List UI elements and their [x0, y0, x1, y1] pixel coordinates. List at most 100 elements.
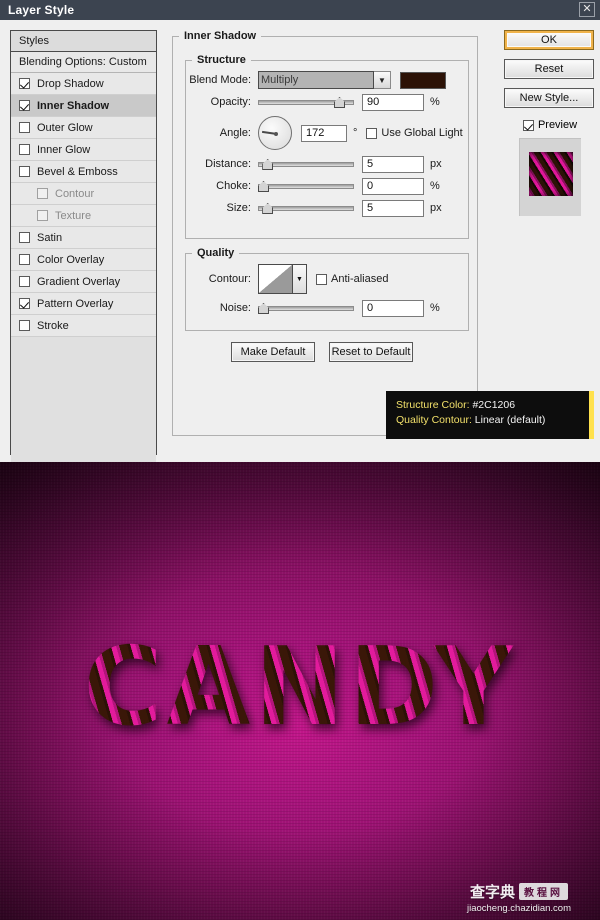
inner-shadow-group: Inner Shadow Structure Blend Mode: Multi…	[172, 30, 478, 436]
use-global-light-checkbox[interactable]: Use Global Light	[366, 127, 463, 139]
size-slider[interactable]	[258, 201, 354, 215]
sidebar-item-label: Bevel & Emboss	[37, 165, 118, 178]
preview-box	[519, 138, 581, 216]
make-default-button[interactable]: Make Default	[231, 342, 315, 362]
styles-list-panel: Styles Blending Options: Custom Drop Sha…	[10, 30, 157, 467]
sidebar-item-drop-shadow[interactable]: Drop Shadow	[11, 73, 156, 95]
checkbox-icon[interactable]	[522, 119, 534, 131]
checkbox-icon[interactable]	[19, 78, 30, 89]
size-row: Size: 5 px	[186, 198, 468, 218]
shadow-color-swatch[interactable]	[400, 71, 446, 89]
artwork-canvas: CANDY 查字典 教程网 jiaocheng.chazidian.com	[0, 462, 600, 920]
noise-slider[interactable]	[258, 301, 354, 315]
sidebar-item-inner-glow[interactable]: Inner Glow	[11, 139, 156, 161]
annotation-tooltip: Structure Color: #2C1206 Quality Contour…	[386, 391, 594, 439]
opacity-unit: %	[430, 96, 440, 108]
chevron-down-icon[interactable]: ▼	[374, 71, 391, 89]
angle-dial-hub	[274, 132, 278, 136]
checkbox-icon[interactable]	[19, 320, 30, 331]
sidebar-item-outer-glow[interactable]: Outer Glow	[11, 117, 156, 139]
chevron-down-icon[interactable]: ▼	[293, 264, 307, 294]
angle-input[interactable]: 172	[301, 124, 347, 142]
sidebar-item-texture[interactable]: Texture	[11, 205, 156, 227]
checkbox-icon[interactable]	[19, 276, 30, 287]
watermark-brand: 查字典	[469, 882, 515, 901]
preview-label: Preview	[537, 119, 578, 131]
sidebar-item-label: Color Overlay	[37, 253, 105, 266]
sidebar-item-contour[interactable]: Contour	[11, 183, 156, 205]
blend-mode-value[interactable]: Multiply	[258, 71, 374, 89]
checkbox-icon[interactable]	[19, 254, 30, 265]
sidebar-item-label: Satin	[37, 231, 63, 244]
sidebar-item-color-overlay[interactable]: Color Overlay	[11, 249, 156, 271]
quality-group-title: Quality	[197, 247, 235, 259]
size-unit: px	[430, 202, 442, 214]
close-icon[interactable]: ✕	[579, 2, 595, 17]
new-style-button[interactable]: New Style...	[504, 88, 594, 108]
choke-row: Choke: 0 %	[186, 176, 468, 196]
distance-input[interactable]: 5	[362, 155, 424, 173]
size-slider-thumb[interactable]	[262, 203, 274, 214]
tooltip-line-1: Structure Color: #2C1206	[396, 398, 579, 413]
checkbox-icon[interactable]	[19, 232, 30, 243]
noise-input[interactable]: 0	[362, 299, 424, 317]
contour-picker[interactable]: ▼	[258, 264, 307, 294]
sidebar-item-label: Pattern Overlay	[37, 297, 114, 310]
sidebar-item-label: Texture	[55, 209, 92, 222]
sidebar-item-label: Inner Glow	[37, 143, 91, 156]
opacity-input[interactable]: 90	[362, 93, 424, 111]
blend-mode-select[interactable]: Multiply ▼	[258, 71, 391, 89]
sidebar-item-bevel-emboss[interactable]: Bevel & Emboss	[11, 161, 156, 183]
choke-label: Choke:	[216, 180, 251, 192]
styles-list-header: Styles	[11, 31, 156, 52]
angle-dial[interactable]	[258, 116, 292, 150]
structure-group-title: Structure	[197, 54, 246, 66]
distance-unit: px	[430, 158, 442, 170]
preview-checkbox[interactable]: Preview	[504, 119, 596, 131]
choke-input[interactable]: 0	[362, 177, 424, 195]
checkbox-icon[interactable]	[19, 122, 30, 133]
tooltip-line-2: Quality Contour: Linear (default)	[396, 413, 579, 428]
sidebar-item-label: Outer Glow	[37, 121, 93, 134]
sidebar-item-inner-shadow[interactable]: Inner Shadow	[11, 95, 156, 117]
sidebar-item-blending-options[interactable]: Blending Options: Custom	[11, 52, 156, 73]
reset-to-default-button[interactable]: Reset to Default	[329, 342, 413, 362]
checkbox-icon[interactable]	[366, 127, 378, 139]
sidebar-item-stroke[interactable]: Stroke	[11, 315, 156, 337]
noise-label: Noise:	[219, 302, 251, 314]
distance-slider-thumb[interactable]	[262, 159, 274, 170]
angle-row: Angle: 172 ° Use Global Light	[186, 114, 468, 152]
checkbox-icon[interactable]	[37, 188, 48, 199]
contour-preview-swatch[interactable]	[258, 264, 293, 294]
contour-label: Contour:	[208, 273, 251, 285]
ok-button[interactable]: OK	[504, 30, 594, 50]
choke-slider[interactable]	[258, 179, 354, 193]
styles-list-rows: Drop Shadow Inner Shadow Outer Glow Inner G…	[11, 73, 156, 337]
watermark-badge: 教程网	[519, 882, 568, 900]
sidebar-item-label: Gradient Overlay	[37, 275, 121, 288]
choke-slider-track	[258, 184, 354, 189]
sidebar-item-satin[interactable]: Satin	[11, 227, 156, 249]
noise-slider-thumb[interactable]	[258, 303, 269, 314]
checkbox-icon[interactable]	[19, 298, 30, 309]
sidebar-item-gradient-overlay[interactable]: Gradient Overlay	[11, 271, 156, 293]
choke-slider-thumb[interactable]	[258, 181, 269, 192]
watermark-url: jiaocheng.chazidian.com	[466, 902, 572, 914]
distance-slider[interactable]	[258, 157, 354, 171]
checkbox-icon[interactable]	[19, 144, 30, 155]
reset-button[interactable]: Reset	[504, 59, 594, 79]
sidebar-item-pattern-overlay[interactable]: Pattern Overlay	[11, 293, 156, 315]
opacity-row: Opacity: 90 %	[186, 92, 468, 112]
page-title: Layer Style	[8, 3, 75, 17]
checkbox-icon[interactable]	[19, 100, 30, 111]
anti-aliased-checkbox[interactable]: Anti-aliased	[316, 273, 388, 285]
checkbox-icon[interactable]	[316, 273, 327, 285]
distance-label: Distance:	[205, 158, 251, 170]
checkbox-icon[interactable]	[37, 210, 48, 221]
size-input[interactable]: 5	[362, 199, 424, 217]
opacity-slider[interactable]	[258, 95, 354, 109]
size-label: Size:	[226, 202, 251, 214]
checkbox-icon[interactable]	[19, 166, 30, 177]
opacity-slider-thumb[interactable]	[334, 97, 346, 108]
structure-group: Structure Blend Mode: Multiply ▼ Opacity…	[185, 54, 469, 239]
